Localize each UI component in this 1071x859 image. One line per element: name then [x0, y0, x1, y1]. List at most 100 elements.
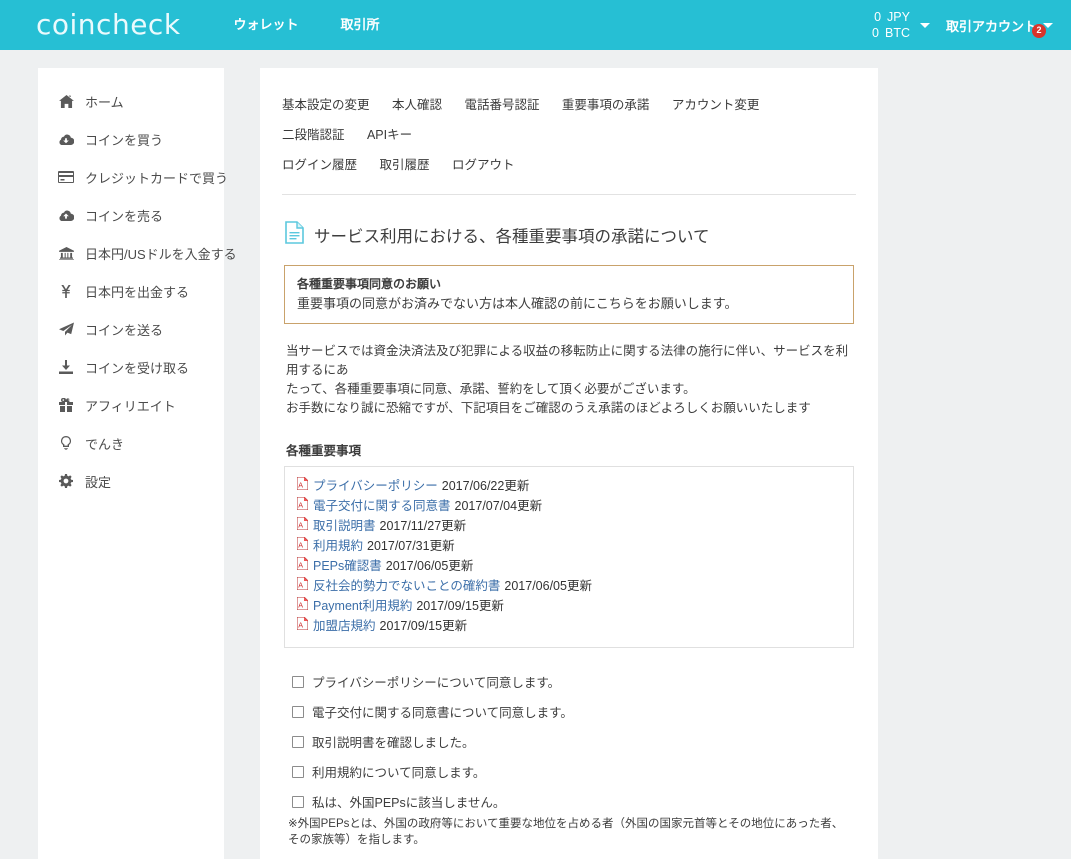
sidebar-item-deposit[interactable]: 日本円/USドルを入金する — [38, 234, 237, 272]
sidebar-item-settings[interactable]: 設定 — [38, 462, 224, 500]
svg-text:A: A — [298, 482, 303, 490]
page-body: ホーム コインを買う クレジットカードで買う コインを売る 日本円/USドルを入 — [0, 50, 1071, 859]
sidebar-item-receive-coin[interactable]: コインを受け取る — [38, 348, 224, 386]
account-menu[interactable]: 取引アカウント 2 — [945, 16, 1053, 38]
sidebar-label: でんき — [85, 436, 125, 452]
checkbox-trade-description[interactable] — [292, 736, 304, 748]
sidebar-label: 日本円を出金する — [85, 284, 190, 300]
checkbox-label[interactable]: 利用規約について同意します。 — [312, 764, 485, 782]
list-item[interactable]: A 利用規約 2017/07/31更新 — [296, 536, 841, 556]
tab-important-terms[interactable]: 重要事項の承諾 — [562, 98, 650, 112]
sidebar-item-credit-card[interactable]: クレジットカードで買う — [38, 158, 228, 196]
pdf-icon: A — [296, 576, 309, 595]
top-navbar: coincheck ウォレット 取引所 0 JPY 0 BTC 取引アカウント … — [0, 0, 1071, 50]
checkbox-foreign-peps[interactable] — [292, 796, 304, 808]
agreement-row-peps[interactable]: 私は、外国PEPsに該当しません。 — [284, 794, 854, 812]
svg-text:A: A — [298, 522, 303, 530]
important-notice-alert: 各種重要事項同意のお願い 重要事項の同意がお済みでない方は本人確認の前にこちらを… — [284, 265, 854, 324]
agreement-row-trade-doc[interactable]: 取引説明書を確認しました。 — [284, 734, 854, 752]
balance-chevron-down-icon[interactable] — [919, 22, 930, 28]
credit-card-icon — [56, 171, 76, 183]
agreement-checkbox-group: プライバシーポリシーについて同意します。 電子交付に関する同意書について同意しま… — [284, 674, 854, 859]
sidebar-label: アフィリエイト — [85, 398, 176, 414]
document-date: 2017/06/22更新 — [441, 478, 530, 493]
list-item[interactable]: A 電子交付に関する同意書 2017/07/04更新 — [296, 496, 841, 516]
pdf-icon: A — [296, 536, 309, 555]
checkbox-electronic-delivery[interactable] — [292, 706, 304, 718]
sidebar-item-denki[interactable]: でんき — [38, 424, 224, 462]
sidebar-item-sell-coin[interactable]: コインを売る — [38, 196, 224, 234]
document-link[interactable]: 加盟店規約 — [313, 618, 376, 635]
svg-text:A: A — [298, 582, 303, 590]
document-link[interactable]: プライバシーポリシー — [313, 478, 438, 495]
tab-two-factor[interactable]: 二段階認証 — [282, 128, 345, 142]
sidebar-label: コインを受け取る — [85, 360, 190, 376]
agreement-row-edelivery[interactable]: 電子交付に関する同意書について同意します。 — [284, 704, 854, 722]
balance-btc-unit: BTC — [884, 26, 910, 40]
intro-line-1: 当サービスでは資金決済法及び犯罪による収益の移転防止に関する法律の施行に伴い、サ… — [286, 344, 849, 377]
pdf-icon: A — [296, 516, 309, 535]
sidebar-label: ホーム — [85, 94, 124, 110]
cloud-upload-icon — [56, 209, 76, 221]
alert-body: 重要事項の同意がお済みでない方は本人確認の前にこちらをお願いします。 — [297, 296, 738, 311]
document-link[interactable]: Payment利用規約 — [313, 598, 412, 615]
tab-logout[interactable]: ログアウト — [452, 158, 515, 172]
document-link[interactable]: PEPs確認書 — [313, 558, 382, 575]
balance-jpy-unit: JPY — [887, 10, 910, 24]
svg-text:A: A — [298, 502, 303, 510]
document-icon — [285, 221, 304, 249]
tab-api-key[interactable]: APIキー — [367, 128, 412, 142]
download-icon — [56, 360, 76, 374]
sidebar-label: コインを買う — [85, 132, 164, 148]
list-item[interactable]: A Payment利用規約 2017/09/15更新 — [296, 596, 841, 616]
agreement-row-terms[interactable]: 利用規約について同意します。 — [284, 764, 854, 782]
tab-basic-settings[interactable]: 基本設定の変更 — [282, 98, 370, 112]
account-menu-label: 取引アカウント — [945, 18, 1037, 34]
checkbox-privacy-policy[interactable] — [292, 676, 304, 688]
sidebar-label: コインを送る — [85, 322, 164, 338]
pdf-icon: A — [296, 476, 309, 495]
checkbox-label[interactable]: プライバシーポリシーについて同意します。 — [312, 674, 560, 692]
sidebar-item-withdraw[interactable]: 日本円を出金する — [38, 272, 224, 310]
brand-logo[interactable]: coincheck — [36, 11, 181, 39]
tab-account-change[interactable]: アカウント変更 — [672, 98, 760, 112]
sidebar-item-home[interactable]: ホーム — [38, 82, 224, 120]
balance-btc-amount: 0 — [872, 26, 879, 40]
checkbox-terms-of-use[interactable] — [292, 766, 304, 778]
document-link[interactable]: 取引説明書 — [313, 518, 376, 535]
yen-icon — [56, 284, 76, 298]
document-link[interactable]: 反社会的勢力でないことの確約書 — [313, 578, 500, 595]
tab-trade-history[interactable]: 取引履歴 — [379, 158, 429, 172]
nav-wallet[interactable]: ウォレット — [213, 0, 320, 50]
sidebar-item-buy-coin[interactable]: コインを買う — [38, 120, 224, 158]
balance-display: 0 JPY 0 BTC — [869, 9, 914, 41]
cloud-download-icon — [56, 133, 76, 145]
checkbox-label[interactable]: 取引説明書を確認しました。 — [312, 734, 475, 752]
gift-icon — [56, 398, 76, 412]
sidebar-item-affiliate[interactable]: アフィリエイト — [38, 386, 224, 424]
documents-list: A プライバシーポリシー 2017/06/22更新 A 電子交付に関する同意書 … — [284, 466, 854, 648]
document-link[interactable]: 電子交付に関する同意書 — [313, 498, 451, 515]
document-link[interactable]: 利用規約 — [313, 538, 363, 555]
tab-phone-auth[interactable]: 電話番号認証 — [464, 98, 539, 112]
page-title: サービス利用における、各種重要事項の承諾について — [314, 228, 710, 246]
intro-text: 当サービスでは資金決済法及び犯罪による収益の移転防止に関する法律の施行に伴い、サ… — [286, 342, 854, 418]
agreement-row-privacy[interactable]: プライバシーポリシーについて同意します。 — [284, 674, 854, 692]
list-item[interactable]: A プライバシーポリシー 2017/06/22更新 — [296, 476, 841, 496]
nav-exchange[interactable]: 取引所 — [320, 0, 401, 50]
balance-jpy-amount: 0 — [874, 10, 882, 24]
sidebar-item-send-coin[interactable]: コインを送る — [38, 310, 224, 348]
tab-login-history[interactable]: ログイン履歴 — [282, 158, 357, 172]
document-date: 2017/06/05更新 — [385, 558, 474, 573]
checkbox-label[interactable]: 私は、外国PEPsに該当しません。 — [312, 794, 505, 812]
settings-tabs: 基本設定の変更 本人確認 電話番号認証 重要事項の承諾 アカウント変更 二段階認… — [282, 90, 856, 195]
peps-note: ※外国PEPsとは、外国の政府等において重要な地位を占める者（外国の国家元首等と… — [288, 818, 844, 846]
list-item[interactable]: A 反社会的勢力でないことの確約書 2017/06/05更新 — [296, 576, 841, 596]
list-item[interactable]: A PEPs確認書 2017/06/05更新 — [296, 556, 841, 576]
checkbox-label[interactable]: 電子交付に関する同意書について同意します。 — [312, 704, 573, 722]
list-item[interactable]: A 加盟店規約 2017/09/15更新 — [296, 616, 841, 636]
tab-identity[interactable]: 本人確認 — [392, 98, 442, 112]
document-date: 2017/11/27更新 — [379, 518, 467, 533]
paper-plane-icon — [56, 322, 76, 336]
list-item[interactable]: A 取引説明書 2017/11/27更新 — [296, 516, 841, 536]
